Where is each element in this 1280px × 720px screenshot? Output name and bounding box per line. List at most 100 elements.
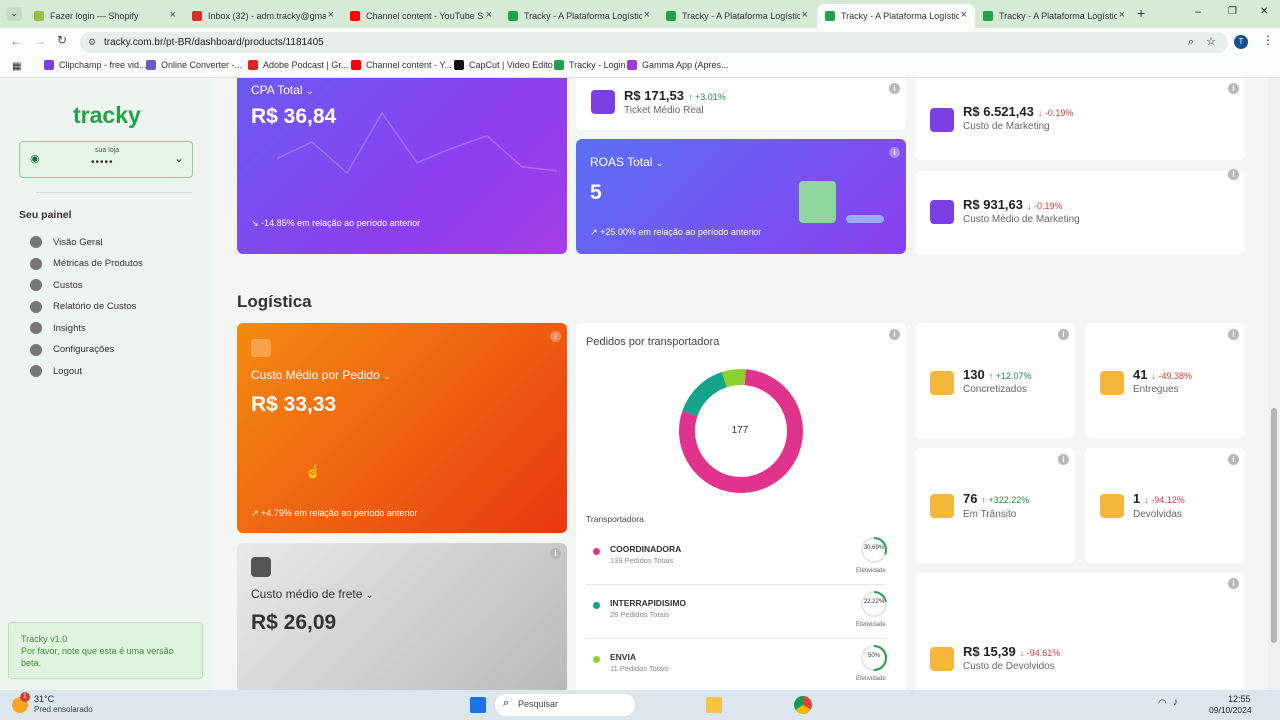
tab-close-icon[interactable]: ×	[170, 9, 176, 21]
freight-title[interactable]: Custo médio de frete ⌄	[251, 587, 373, 601]
clock-date: 09/10/2024	[1209, 705, 1252, 715]
concretizados-value: 130 ↑ +12.07%	[963, 367, 1032, 382]
bookmark-item[interactable]: Adobe Podcast | Gr...	[248, 60, 348, 70]
effectiveness-label: Efetividade	[856, 676, 886, 682]
carrier-orders: 26 Pedidos Totais	[610, 610, 670, 619]
chevron-down-icon: ⌄	[305, 86, 314, 96]
site-info-icon[interactable]: ⚙	[88, 32, 96, 53]
sidebar-item-custos[interactable]: Custos	[30, 279, 83, 291]
browser-tab[interactable]: Inbox (32) - adm.tracky@gmail.com×	[184, 4, 342, 28]
devolvidas-value-text: 1	[1133, 491, 1141, 506]
tab-close-icon[interactable]: ×	[961, 9, 967, 21]
info-icon[interactable]: i	[1058, 454, 1069, 465]
info-icon[interactable]: i	[1228, 329, 1239, 340]
sidebar-item-relatório-de-custos[interactable]: Relatório de Custos	[30, 300, 136, 313]
donut-slice-interrapidisimo[interactable]	[682, 372, 728, 417]
version-notice: Tracky v1.0 Por favor, note que esta é u…	[8, 622, 203, 679]
bookmark-star-icon[interactable]: ☆	[1206, 32, 1216, 53]
marketing-value: R$ 6.521,43 ↓ -0.19%	[963, 104, 1073, 119]
browser-tab[interactable]: Tracky - A Plataforma Logística ×	[658, 4, 816, 28]
carrier-row: COORDINADORA 139 Pedidos Totais 30.69% Efet…	[586, 535, 887, 585]
carriers-card: Pedidos por transportadora i 177 Transpo…	[576, 323, 906, 690]
freight-card: i Custo médio de frete ⌄ R$ 26,09	[237, 543, 567, 690]
bookmark-item[interactable]: Tracky - Login	[554, 60, 626, 70]
browser-tab[interactable]: Fazer login — Shopify ×	[26, 4, 184, 28]
entregues-delta-text: -49.38%	[1158, 371, 1193, 381]
bookmark-item[interactable]: Gamma App (Apres...	[627, 60, 729, 70]
browser-tab[interactable]: Channel content - YouTube Studio×	[342, 4, 500, 28]
sidebar-item-logout[interactable]: Logout	[30, 365, 82, 377]
roas-title[interactable]: ROAS Total ⌄	[590, 155, 663, 169]
bookmark-item[interactable]: Clipchamp - free vid...	[44, 60, 147, 70]
tab-label: Channel content - YouTube Studio	[366, 11, 484, 21]
devolvidas-delta: ↓ -94.12%	[1144, 495, 1185, 505]
chart-icon	[30, 300, 42, 313]
info-icon[interactable]: i	[550, 548, 561, 559]
cpa-title[interactable]: CPA Total ⌄	[251, 83, 313, 97]
taskbar-search[interactable]: ⌕ Pesquisar	[495, 694, 635, 716]
browser-menu-icon[interactable]: ⋮	[1262, 33, 1274, 47]
bookmark-item[interactable]: Channel content - Y...	[351, 60, 452, 70]
tab-close-icon[interactable]: ×	[486, 9, 492, 21]
info-icon[interactable]: i	[1228, 169, 1239, 180]
volume-icon[interactable]: ♪	[1173, 697, 1178, 708]
sidebar-item-métricas-de-produtos[interactable]: Métricas de Produtos	[30, 257, 143, 270]
store-label: sua loja	[95, 147, 120, 154]
info-icon[interactable]: i	[889, 83, 900, 94]
info-icon[interactable]: i	[1228, 83, 1239, 94]
apps-grid-icon[interactable]: ▦	[12, 61, 21, 72]
sidebar-item-configurações[interactable]: Configurações	[30, 343, 114, 356]
order-cost-card: i Custo Médio por Pedido ⌄ R$ 33,33 ☝ ↗ …	[237, 323, 567, 533]
info-icon[interactable]: i	[889, 147, 900, 158]
close-window-button[interactable]: ✕	[1260, 6, 1268, 17]
wifi-icon[interactable]: ◠	[1158, 698, 1167, 709]
eye-off-icon[interactable]: ◉	[30, 152, 40, 165]
address-bar[interactable]: ⚙ tracky.com.br/pt-BR/dashboard/products…	[80, 32, 1228, 53]
order-cost-footer-text: +4.79% em relação ao período anterior	[261, 508, 418, 518]
tab-list-button[interactable]: ⌄	[6, 7, 22, 21]
file-explorer-icon[interactable]	[706, 697, 722, 713]
sidebar-item-visão-geral[interactable]: Visão Geral	[30, 236, 102, 248]
concretizados-delta: ↑ +12.07%	[988, 371, 1032, 381]
devolvidas-delta-text: -94.12%	[1151, 495, 1185, 505]
bookmark-item[interactable]: CapCut | Video Edito	[454, 60, 553, 70]
info-icon[interactable]: i	[889, 329, 900, 340]
tab-close-icon[interactable]: ×	[644, 9, 650, 21]
carriers-total: 177	[731, 425, 749, 436]
logo: tracky	[73, 102, 141, 128]
back-icon[interactable]: ←	[10, 34, 22, 48]
windows-start-icon[interactable]	[470, 697, 486, 713]
cpa-title-text: CPA Total	[251, 83, 303, 97]
tab-close-icon[interactable]: ×	[802, 9, 808, 21]
info-icon[interactable]: i	[1228, 454, 1239, 465]
reload-icon[interactable]: ↻	[57, 33, 67, 47]
info-icon[interactable]: i	[550, 331, 561, 342]
store-selector[interactable]: ◉ sua loja ••••• ⌄	[19, 141, 193, 178]
tab-close-icon[interactable]: ×	[328, 9, 334, 21]
weather-temp: 31°C	[34, 694, 55, 704]
restore-button[interactable]: ❐	[1228, 6, 1237, 17]
trend-up-icon: ↗	[590, 227, 598, 237]
bookmark-item[interactable]: Online Converter -...	[146, 60, 242, 70]
roas-value: 5	[590, 181, 602, 204]
carrier-orders: 139 Pedidos Totais	[610, 556, 674, 565]
minimize-button[interactable]: –	[1195, 6, 1201, 18]
zoom-icon[interactable]: ⌕	[1188, 32, 1194, 53]
profile-avatar[interactable]: T	[1234, 35, 1248, 49]
new-tab-button[interactable]: +	[1137, 5, 1145, 21]
browser-tab[interactable]: Tracky - A Plataforma Logística ×	[500, 4, 658, 28]
sidebar-item-insights[interactable]: Insights	[30, 322, 86, 334]
concretizados-label: Concretizados	[963, 384, 1027, 395]
browser-tab[interactable]: Tracky - A Plataforma Logística ×	[975, 4, 1133, 28]
transito-delta: ↑ +322.22%	[981, 495, 1030, 505]
scrollbar-thumb[interactable]	[1271, 408, 1277, 643]
tab-close-icon[interactable]: ×	[1119, 9, 1125, 21]
chrome-icon[interactable]	[794, 696, 812, 714]
info-icon[interactable]: i	[1228, 578, 1239, 589]
donut-slice-envia[interactable]	[721, 369, 746, 388]
info-icon[interactable]: i	[1058, 329, 1069, 340]
order-cost-title[interactable]: Custo Médio por Pedido ⌄	[251, 368, 391, 382]
browser-tab[interactable]: Tracky - A Plataforma Logística ×	[817, 4, 975, 28]
page-scrollbar[interactable]	[1268, 78, 1280, 690]
forward-icon[interactable]: →	[34, 34, 46, 48]
